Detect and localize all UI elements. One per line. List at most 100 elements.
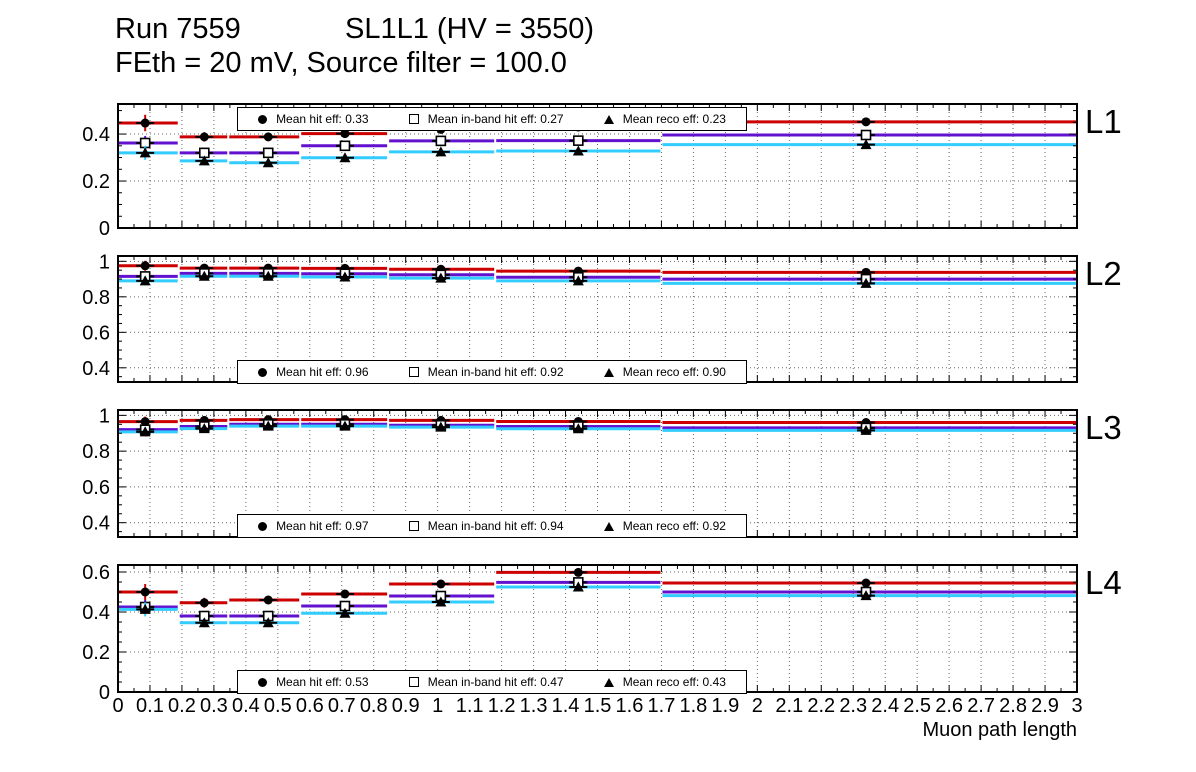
x-tick-label: 1 <box>432 695 443 717</box>
legend-entry-inband: Mean in-band hit eff: 0.27 <box>408 112 564 126</box>
x-tick-label: 1.2 <box>488 695 516 717</box>
y-tick-label: 0.4 <box>82 358 110 380</box>
x-tick-label: 2.1 <box>775 695 803 717</box>
legend-entry-inband: Mean in-band hit eff: 0.94 <box>408 519 564 533</box>
y-tick-label: 0.8 <box>82 441 110 463</box>
x-tick-label: 1.5 <box>584 695 612 717</box>
legend-square-icon <box>408 367 419 377</box>
legend-label: Mean in-band hit eff: 0.94 <box>427 519 564 533</box>
legend-label: Mean hit eff: 0.96 <box>276 365 369 379</box>
panel-label: L3 <box>1085 409 1122 446</box>
legend-label: Mean in-band hit eff: 0.47 <box>427 675 564 689</box>
panel-label: L1 <box>1085 103 1122 140</box>
marker-open-square <box>339 140 351 152</box>
x-tick-label: 3 <box>1071 695 1082 717</box>
x-tick-label: 2.9 <box>1031 695 1059 717</box>
y-tick-label: 0.4 <box>82 124 110 146</box>
marker-open-square <box>860 129 872 141</box>
x-tick-label: 0 <box>112 695 123 717</box>
x-tick-label: 2.7 <box>967 695 995 717</box>
x-tick-label: 2.8 <box>999 695 1027 717</box>
y-tick-label: 0.8 <box>82 287 110 309</box>
root-canvas: Run 7559 SL1L1 (HV = 3550) FEth = 20 mV,… <box>0 0 1196 772</box>
x-tick-label: 1.3 <box>520 695 548 717</box>
legend-circle-icon <box>258 367 268 377</box>
marker-circle <box>140 587 150 597</box>
legend-triangle-icon <box>603 521 614 531</box>
x-tick-label: 0.4 <box>232 695 260 717</box>
legend-entry-reco: Mean reco eff: 0.23 <box>603 112 726 126</box>
x-tick-label: 1.7 <box>648 695 676 717</box>
legend-entry-reco: Mean reco eff: 0.90 <box>603 365 726 379</box>
legend-l3: Mean hit eff: 0.97 Mean in-band hit eff: … <box>237 514 747 538</box>
x-tick-label: 1.8 <box>679 695 707 717</box>
x-tick-label: 0.9 <box>392 695 420 717</box>
x-tick-label: 1.4 <box>552 695 580 717</box>
y-tick-label: 0 <box>99 218 110 240</box>
y-tick-label: 0.2 <box>82 642 110 664</box>
legend-circle-icon <box>258 521 268 531</box>
legend-label: Mean hit eff: 0.97 <box>276 519 369 533</box>
marker-circle <box>140 118 150 128</box>
legend-label: Mean reco eff: 0.92 <box>622 519 726 533</box>
x-tick-label: 0.3 <box>200 695 228 717</box>
x-tick-label: 2.3 <box>839 695 867 717</box>
marker-open-square <box>435 135 447 147</box>
legend-entry-inband: Mean in-band hit eff: 0.92 <box>408 365 564 379</box>
marker-circle <box>140 261 150 271</box>
y-tick-label: 0.2 <box>82 171 110 193</box>
panel-label: L4 <box>1085 564 1122 601</box>
legend-circle-icon <box>258 114 268 124</box>
legend-label: Mean reco eff: 0.90 <box>622 365 726 379</box>
legend-triangle-icon <box>603 367 614 377</box>
legend-label: Mean in-band hit eff: 0.27 <box>427 112 564 126</box>
x-tick-label: 2.2 <box>807 695 835 717</box>
y-tick-label: 1 <box>99 251 110 273</box>
x-tick-label: 1.1 <box>456 695 484 717</box>
marker-circle <box>861 117 871 127</box>
legend-entry-inband: Mean in-band hit eff: 0.47 <box>408 675 564 689</box>
x-tick-label: 0.1 <box>136 695 164 717</box>
marker-circle <box>861 578 871 588</box>
legend-entry-hit: Mean hit eff: 0.96 <box>258 365 369 379</box>
x-tick-label: 2 <box>752 695 763 717</box>
x-tick-label: 2.6 <box>935 695 963 717</box>
marker-circle <box>263 595 273 605</box>
y-tick-label: 0.6 <box>82 322 110 344</box>
y-tick-label: 0.4 <box>82 602 110 624</box>
x-tick-label: 0.7 <box>328 695 356 717</box>
legend-triangle-icon <box>603 677 614 687</box>
legend-entry-hit: Mean hit eff: 0.53 <box>258 675 369 689</box>
legend-label: Mean reco eff: 0.23 <box>622 112 726 126</box>
x-tick-label: 0.6 <box>296 695 324 717</box>
legend-label: Mean hit eff: 0.53 <box>276 675 369 689</box>
x-axis-title: Muon path length <box>922 719 1077 741</box>
x-tick-label: 1.6 <box>616 695 644 717</box>
legend-entry-reco: Mean reco eff: 0.43 <box>603 675 726 689</box>
x-tick-label: 2.5 <box>903 695 931 717</box>
legend-entry-hit: Mean hit eff: 0.33 <box>258 112 369 126</box>
x-tick-label: 0.2 <box>168 695 196 717</box>
marker-circle <box>436 579 446 589</box>
legend-label: Mean in-band hit eff: 0.92 <box>427 365 564 379</box>
legend-square-icon <box>408 114 419 124</box>
y-tick-label: 0.6 <box>82 477 110 499</box>
legend-square-icon <box>408 677 419 687</box>
y-tick-label: 0 <box>99 682 110 704</box>
y-tick-label: 1 <box>99 405 110 427</box>
x-tick-label: 2.4 <box>871 695 899 717</box>
marker-circle <box>573 567 583 577</box>
marker-open-square <box>573 135 584 146</box>
legend-label: Mean reco eff: 0.43 <box>622 675 726 689</box>
x-tick-label: 0.8 <box>360 695 388 717</box>
marker-circle <box>340 589 350 599</box>
marker-circle <box>199 132 209 142</box>
legend-entry-hit: Mean hit eff: 0.97 <box>258 519 369 533</box>
legend-l4: Mean hit eff: 0.53 Mean in-band hit eff: … <box>237 670 747 694</box>
legend-triangle-icon <box>603 114 614 124</box>
legend-label: Mean hit eff: 0.33 <box>276 112 369 126</box>
legend-l2: Mean hit eff: 0.96 Mean in-band hit eff: … <box>237 360 747 384</box>
legend-l1: Mean hit eff: 0.33 Mean in-band hit eff: … <box>237 107 747 131</box>
y-tick-label: 0.6 <box>82 562 110 584</box>
marker-open-square <box>262 147 274 159</box>
